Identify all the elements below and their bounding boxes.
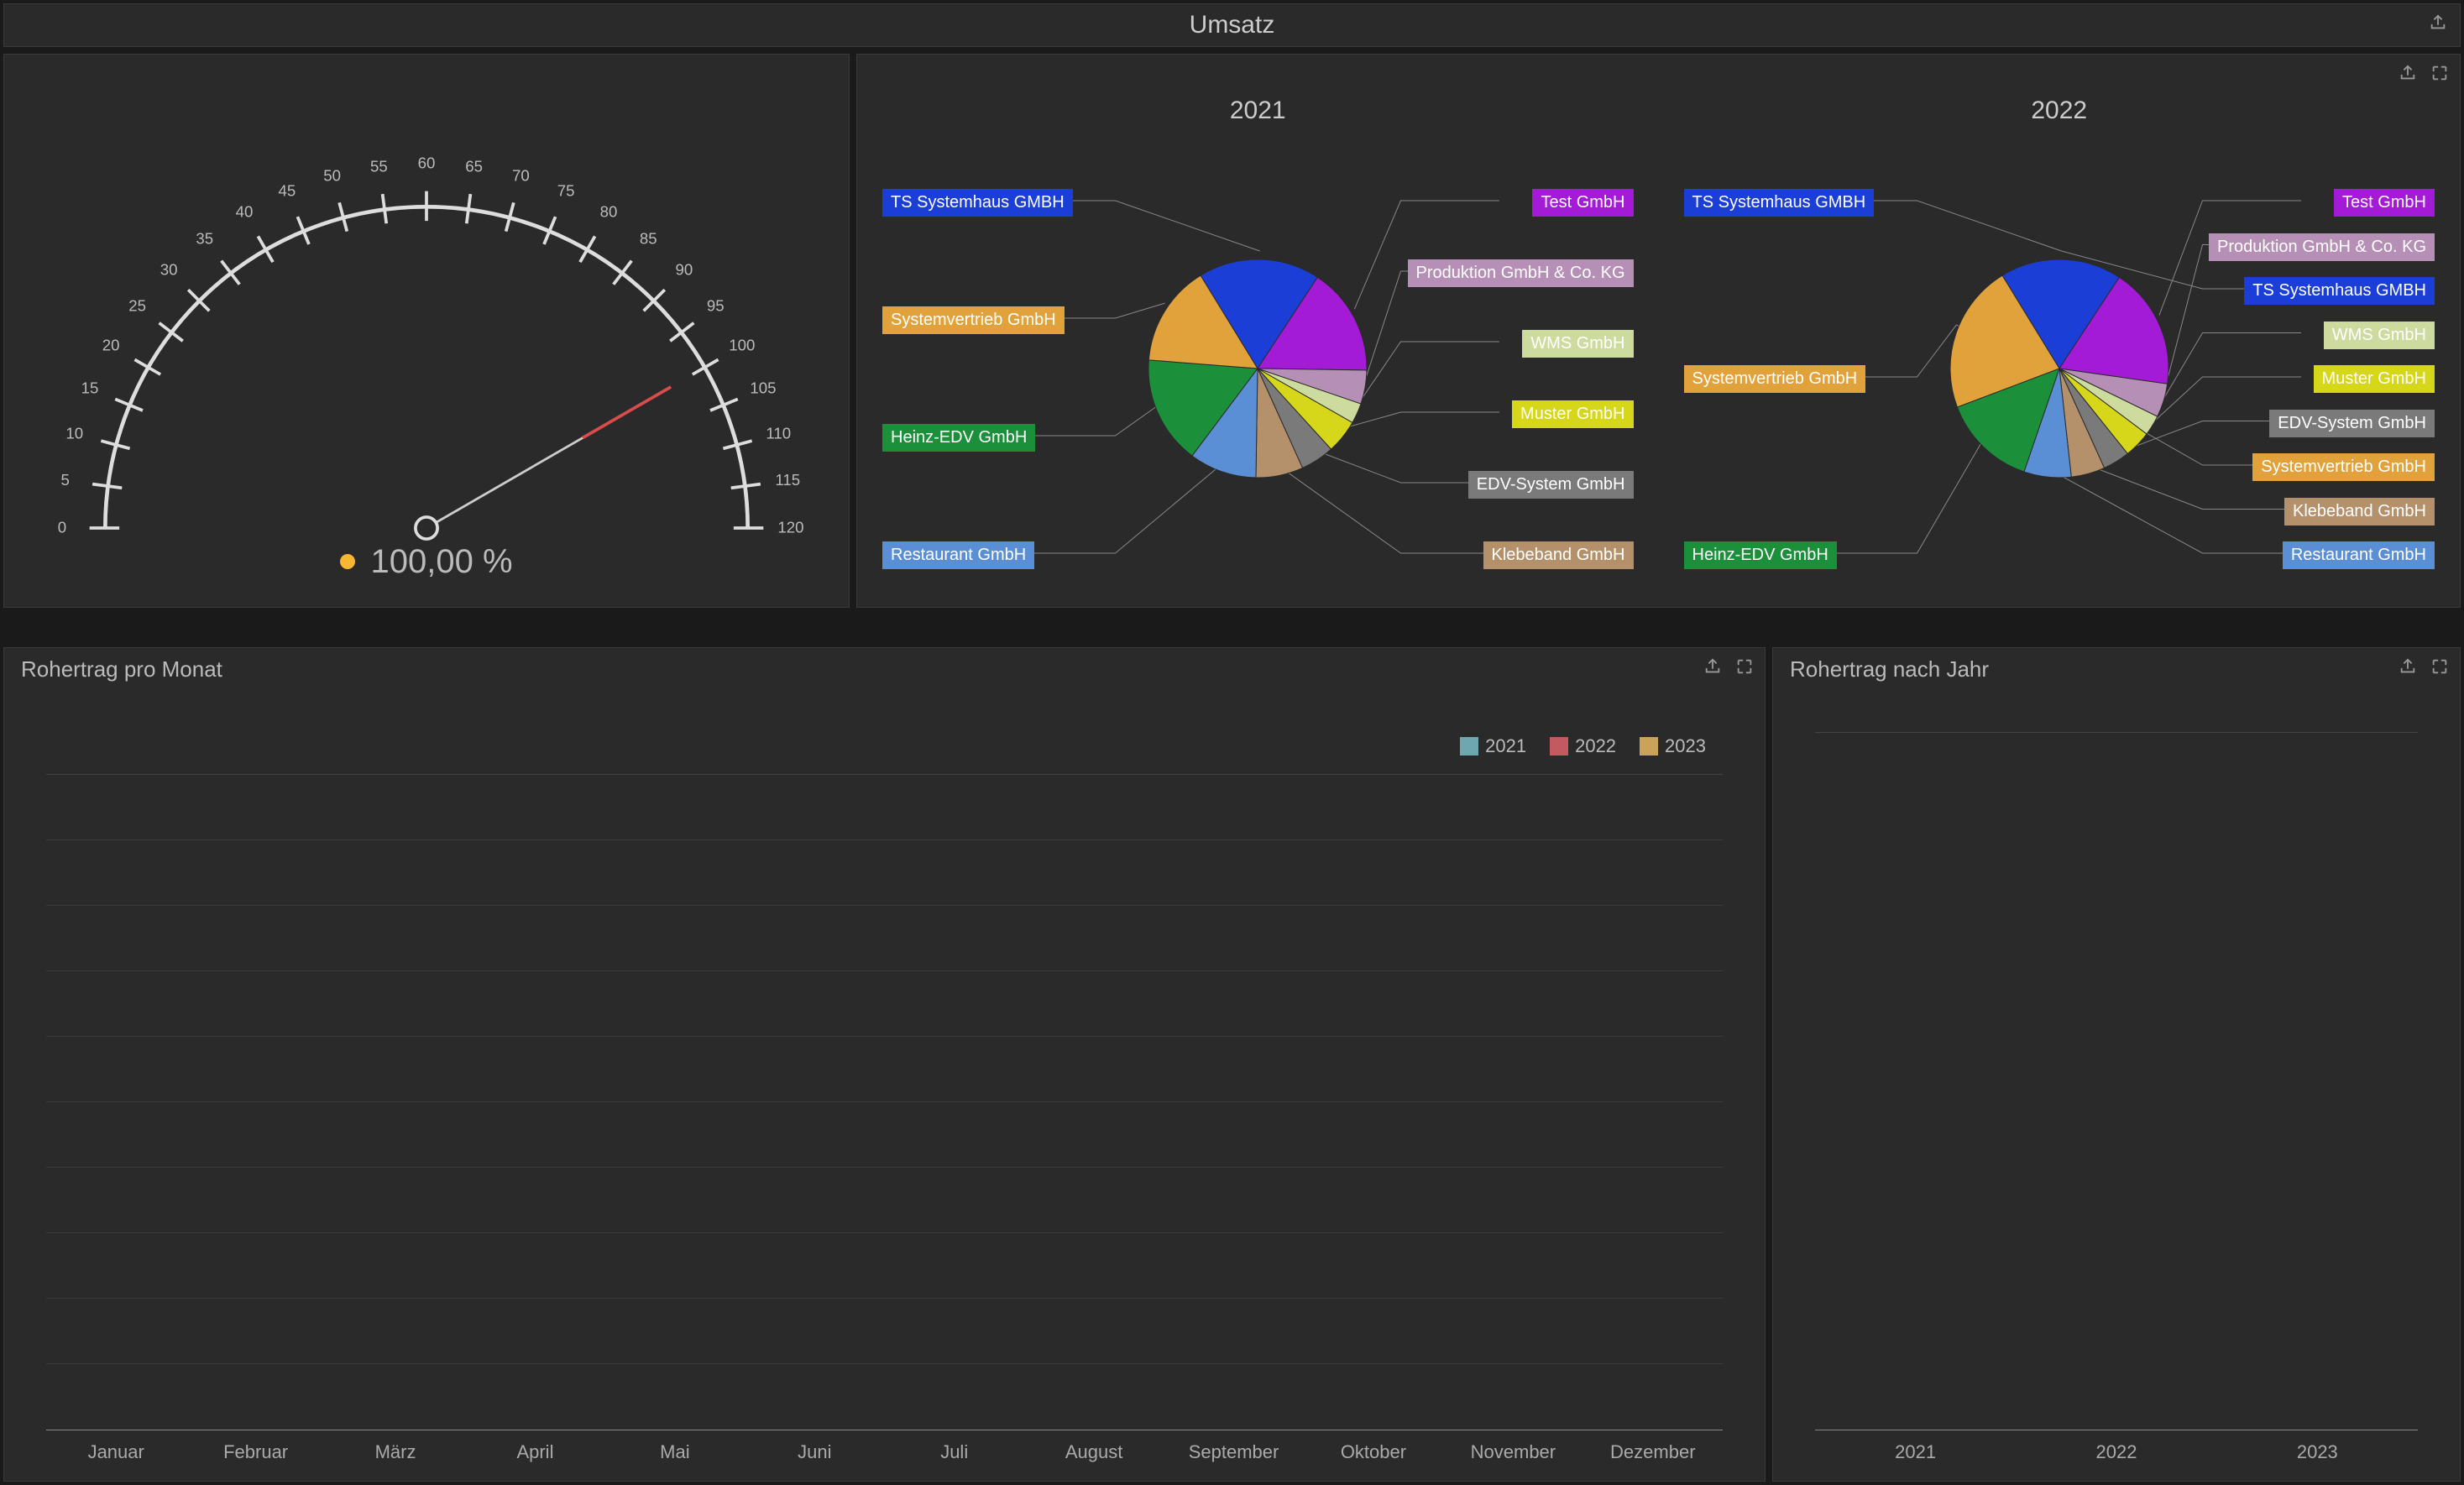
svg-text:20: 20 bbox=[102, 336, 120, 353]
svg-text:15: 15 bbox=[81, 379, 99, 396]
svg-text:115: 115 bbox=[775, 470, 800, 488]
gauge-value-row: 100,00 % bbox=[340, 543, 512, 581]
pie-slice-label: Produktion GmbH & Co. KG bbox=[1408, 259, 1634, 287]
expand-icon[interactable] bbox=[2426, 653, 2453, 680]
export-icon[interactable] bbox=[2394, 60, 2421, 86]
x-axis-label: Februar bbox=[223, 1441, 288, 1463]
svg-text:65: 65 bbox=[465, 157, 483, 175]
pie-slice-label: EDV-System GmbH bbox=[1468, 471, 1634, 499]
x-axis-label: 2021 bbox=[1895, 1441, 1936, 1463]
x-axis-label: Juni bbox=[798, 1441, 831, 1463]
svg-text:110: 110 bbox=[766, 424, 791, 442]
x-axis-label: Oktober bbox=[1341, 1441, 1406, 1463]
pie-slice-label: Systemvertrieb GmbH bbox=[882, 306, 1065, 334]
svg-text:60: 60 bbox=[418, 154, 436, 171]
pie-column-2021: 2021 TS Systemhaus GMBH Systemvertrieb Gm… bbox=[857, 97, 1659, 607]
pie-chart-2021: TS Systemhaus GMBH Systemvertrieb GmbH Hei… bbox=[857, 142, 1659, 595]
x-axis-label: Juli bbox=[940, 1441, 968, 1463]
panel-rohertrag-monat: Rohertrag pro Monat 2021 2022 2023 Janua… bbox=[3, 647, 1766, 1482]
svg-text:80: 80 bbox=[600, 202, 618, 220]
pie-slice-label: TS Systemhaus GMBH bbox=[1684, 189, 1875, 217]
pie-slice-label: TS Systemhaus GMBH bbox=[882, 189, 1073, 217]
svg-text:35: 35 bbox=[196, 229, 213, 247]
pie-slice-label: Restaurant GmbH bbox=[2283, 541, 2435, 569]
export-icon[interactable] bbox=[2425, 9, 2451, 36]
svg-text:5: 5 bbox=[61, 470, 70, 488]
pie-slice-label: Restaurant GmbH bbox=[882, 541, 1034, 569]
export-icon[interactable] bbox=[2394, 653, 2421, 680]
svg-text:85: 85 bbox=[640, 229, 657, 247]
gauge-chart: 0 5 10 15 20 25 30 35 40 45 50 55 60 65 70 75 80 85 90 95 10… bbox=[4, 81, 849, 552]
gauge-legend-dot bbox=[340, 554, 355, 569]
svg-text:100: 100 bbox=[729, 336, 755, 353]
svg-text:70: 70 bbox=[512, 166, 530, 184]
pie-slice-label: Muster GmbH bbox=[2314, 365, 2435, 393]
export-icon[interactable] bbox=[1699, 653, 1726, 680]
panel-pies: 2021 TS Systemhaus GMBH Systemvertrieb Gm… bbox=[856, 54, 2461, 608]
pie-slice-label: Systemvertrieb GmbH bbox=[1684, 365, 1866, 393]
pie-title-2021: 2021 bbox=[857, 97, 1659, 125]
pie-slice-label: EDV-System GmbH bbox=[2269, 410, 2435, 437]
pie-chart-2022: TS Systemhaus GMBH Systemvertrieb GmbH Hei… bbox=[1659, 142, 2461, 595]
pie-slice-label: Test GmbH bbox=[2334, 189, 2435, 217]
pie-slice-label: Klebeband GmbH bbox=[1483, 541, 1634, 569]
svg-text:90: 90 bbox=[676, 260, 693, 278]
panel-title-jahr: Rohertrag nach Jahr bbox=[1773, 648, 2460, 691]
svg-text:40: 40 bbox=[236, 202, 254, 220]
svg-text:50: 50 bbox=[323, 166, 341, 184]
pie-slice-label: Klebeband GmbH bbox=[2284, 498, 2435, 526]
x-axis-label: August bbox=[1065, 1441, 1123, 1463]
svg-text:45: 45 bbox=[279, 181, 296, 199]
svg-text:105: 105 bbox=[750, 379, 776, 396]
expand-icon[interactable] bbox=[2426, 60, 2453, 86]
pie-slice-label: WMS GmbH bbox=[2324, 322, 2435, 349]
x-axis-label: Dezember bbox=[1610, 1441, 1695, 1463]
x-axis-label: November bbox=[1471, 1441, 1556, 1463]
svg-text:95: 95 bbox=[707, 296, 725, 314]
bar-chart-jahr: 202120222023 bbox=[1798, 724, 2435, 1430]
x-axis-label: 2022 bbox=[2096, 1441, 2137, 1463]
svg-text:55: 55 bbox=[370, 157, 388, 175]
x-axis-label: 2023 bbox=[2297, 1441, 2338, 1463]
gauge-value-text: 100,00 % bbox=[370, 543, 512, 581]
pie-title-2022: 2022 bbox=[1659, 97, 2461, 125]
x-axis-label: März bbox=[375, 1441, 416, 1463]
svg-text:25: 25 bbox=[128, 296, 146, 314]
svg-text:10: 10 bbox=[65, 424, 83, 442]
pie-slice-label: Test GmbH bbox=[1532, 189, 1633, 217]
pie-slice-label: Heinz-EDV GmbH bbox=[1684, 541, 1837, 569]
legend-monat: 2021 2022 2023 bbox=[1460, 735, 1706, 757]
panel-rohertrag-jahr: Rohertrag nach Jahr 202120222023 bbox=[1772, 647, 2461, 1482]
legend-item-2022[interactable]: 2022 bbox=[1550, 735, 1616, 757]
pie-column-2022: 2022 TS Systemhaus GMBH Systemvertrieb Gm… bbox=[1659, 97, 2461, 607]
svg-text:30: 30 bbox=[160, 260, 178, 278]
x-axis-label: April bbox=[516, 1441, 553, 1463]
expand-icon[interactable] bbox=[1731, 653, 1758, 680]
legend-item-2023[interactable]: 2023 bbox=[1640, 735, 1706, 757]
x-axis-label: September bbox=[1189, 1441, 1279, 1463]
bar-chart-monat: 2021 2022 2023 JanuarFebruarMärzAprilMai… bbox=[29, 724, 1739, 1430]
svg-text:120: 120 bbox=[777, 518, 803, 536]
pie-slice-label: Heinz-EDV GmbH bbox=[882, 424, 1035, 452]
dashboard-title: Umsatz bbox=[4, 4, 2460, 46]
panel-title-monat: Rohertrag pro Monat bbox=[4, 648, 1765, 691]
legend-item-2021[interactable]: 2021 bbox=[1460, 735, 1526, 757]
pie-slice-label: TS Systemhaus GMBH bbox=[2244, 277, 2435, 305]
svg-text:0: 0 bbox=[58, 518, 66, 536]
panel-gauge: 0 5 10 15 20 25 30 35 40 45 50 55 60 65 70 75 80 85 90 95 10… bbox=[3, 54, 850, 608]
pie-slice-label: WMS GmbH bbox=[1522, 330, 1633, 358]
pie-slice-label: Muster GmbH bbox=[1512, 400, 1633, 428]
panel-umsatz-header: Umsatz bbox=[3, 3, 2461, 47]
pie-slice-label: Produktion GmbH & Co. KG bbox=[2209, 233, 2435, 261]
pie-slice-label: Systemvertrieb GmbH bbox=[2252, 453, 2435, 481]
svg-text:75: 75 bbox=[557, 181, 575, 199]
x-axis-label: Mai bbox=[660, 1441, 689, 1463]
x-axis-label: Januar bbox=[88, 1441, 144, 1463]
